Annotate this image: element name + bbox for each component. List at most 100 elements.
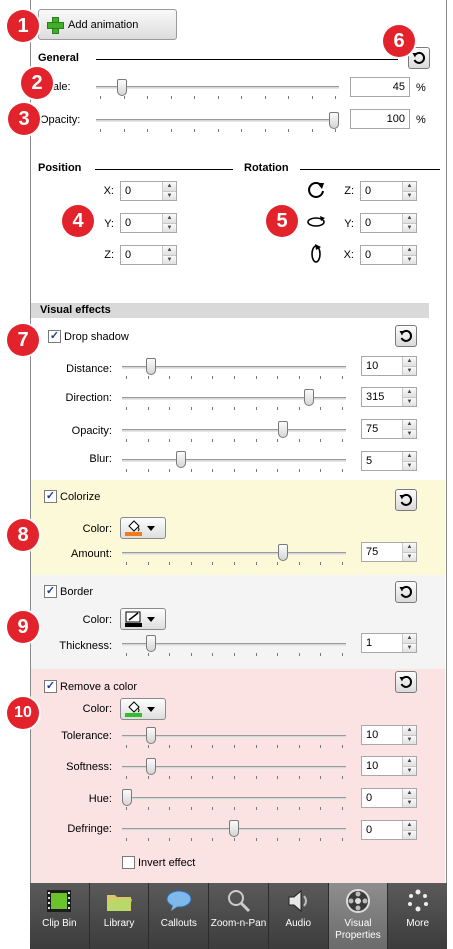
defringe-stepper[interactable]: 0 ▲ ▼ bbox=[361, 820, 417, 840]
up-arrow-icon[interactable]: ▲ bbox=[403, 726, 416, 735]
tab-audio[interactable]: Audio bbox=[269, 883, 329, 949]
up-arrow-icon[interactable]: ▲ bbox=[403, 246, 416, 255]
direction-slider-thumb[interactable] bbox=[303, 389, 314, 406]
opacity-slider-track[interactable] bbox=[96, 119, 339, 122]
distance-stepper[interactable]: 10 ▲ ▼ bbox=[361, 356, 417, 376]
chevron-down-icon bbox=[147, 525, 155, 531]
position-z-stepper[interactable]: 0 ▲ ▼ bbox=[120, 245, 177, 265]
rotation-y-label: Y: bbox=[344, 218, 354, 230]
down-arrow-icon[interactable]: ▼ bbox=[403, 365, 416, 375]
tolerance-slider-thumb[interactable] bbox=[145, 727, 156, 744]
up-arrow-icon[interactable]: ▲ bbox=[403, 789, 416, 798]
more-dots-icon bbox=[404, 887, 432, 915]
tab-visual-properties[interactable]: Visual Properties bbox=[328, 883, 389, 949]
tab-zoom-n-pan[interactable]: Zoom-n-Pan bbox=[209, 883, 269, 949]
down-arrow-icon[interactable]: ▼ bbox=[403, 190, 416, 200]
up-arrow-icon[interactable]: ▲ bbox=[403, 357, 416, 366]
opacity-slider-thumb[interactable] bbox=[329, 112, 339, 129]
softness-slider-thumb[interactable] bbox=[145, 758, 156, 775]
rotation-y-stepper[interactable]: 0 ▲ ▼ bbox=[360, 213, 417, 233]
reset-drop-shadow-button[interactable] bbox=[395, 325, 417, 347]
up-arrow-icon[interactable]: ▲ bbox=[163, 246, 176, 255]
tab-clip-bin[interactable]: Clip Bin bbox=[30, 883, 90, 949]
position-y-stepper[interactable]: 0 ▲ ▼ bbox=[120, 213, 177, 233]
down-arrow-icon[interactable]: ▼ bbox=[403, 460, 416, 470]
softness-stepper[interactable]: 10 ▲ ▼ bbox=[361, 756, 417, 776]
hue-slider-thumb[interactable] bbox=[122, 789, 132, 806]
colorize-checkbox[interactable]: ✓ Colorize bbox=[44, 490, 100, 503]
border-color-picker[interactable] bbox=[120, 608, 166, 630]
down-arrow-icon[interactable]: ▼ bbox=[403, 642, 416, 652]
add-animation-button[interactable]: Add animation bbox=[38, 9, 177, 40]
scale-slider-track[interactable] bbox=[96, 86, 339, 89]
blur-slider-track[interactable] bbox=[122, 459, 346, 462]
rotation-z-stepper[interactable]: 0 ▲ ▼ bbox=[360, 181, 417, 201]
border-checkbox[interactable]: ✓ Border bbox=[44, 585, 93, 598]
reset-border-button[interactable] bbox=[395, 581, 417, 603]
up-arrow-icon[interactable]: ▲ bbox=[403, 452, 416, 461]
rotation-x-stepper[interactable]: 0 ▲ ▼ bbox=[360, 245, 417, 265]
down-arrow-icon[interactable]: ▼ bbox=[403, 829, 416, 839]
slider-tick bbox=[255, 807, 257, 810]
scale-field[interactable]: 45 bbox=[350, 77, 410, 97]
up-arrow-icon[interactable]: ▲ bbox=[403, 214, 416, 223]
blur-slider-thumb[interactable] bbox=[175, 451, 186, 468]
up-arrow-icon[interactable]: ▲ bbox=[403, 388, 416, 397]
down-arrow-icon[interactable]: ▼ bbox=[163, 222, 176, 232]
remove-color-picker[interactable] bbox=[120, 698, 166, 720]
up-arrow-icon[interactable]: ▲ bbox=[403, 420, 416, 429]
tab-library[interactable]: Library bbox=[90, 883, 150, 949]
down-arrow-icon[interactable]: ▼ bbox=[403, 551, 416, 561]
tab-more[interactable]: More bbox=[388, 883, 447, 949]
shadow-opacity-slider-track[interactable] bbox=[122, 429, 346, 432]
down-arrow-icon[interactable]: ▼ bbox=[163, 254, 176, 264]
down-arrow-icon[interactable]: ▼ bbox=[403, 254, 416, 264]
shadow-opacity-slider-thumb[interactable] bbox=[278, 421, 289, 438]
slider-tick bbox=[288, 129, 289, 132]
down-arrow-icon[interactable]: ▼ bbox=[403, 765, 416, 775]
opacity-label: Opacity: bbox=[40, 114, 81, 126]
scale-slider-thumb[interactable] bbox=[116, 79, 127, 96]
slider-tick bbox=[277, 376, 279, 379]
down-arrow-icon[interactable]: ▼ bbox=[403, 734, 416, 744]
hue-stepper[interactable]: 0 ▲ ▼ bbox=[361, 788, 417, 808]
amount-slider-track[interactable] bbox=[122, 552, 346, 555]
up-arrow-icon[interactable]: ▲ bbox=[403, 757, 416, 766]
tolerance-stepper[interactable]: 10 ▲ ▼ bbox=[361, 725, 417, 745]
remove-color-checkbox[interactable]: ✓ Remove a color bbox=[44, 680, 137, 693]
up-arrow-icon[interactable]: ▲ bbox=[403, 634, 416, 643]
up-arrow-icon[interactable]: ▲ bbox=[163, 214, 176, 223]
thickness-stepper[interactable]: 1 ▲ ▼ bbox=[361, 633, 417, 653]
drop-shadow-checkbox[interactable]: ✓ Drop shadow bbox=[48, 330, 129, 343]
distance-slider-track[interactable] bbox=[122, 366, 346, 369]
tab-callouts[interactable]: Callouts bbox=[149, 883, 210, 949]
down-arrow-icon[interactable]: ▼ bbox=[403, 396, 416, 406]
softness-slider-track[interactable] bbox=[122, 766, 346, 769]
tolerance-slider-track[interactable] bbox=[122, 735, 346, 738]
down-arrow-icon[interactable]: ▼ bbox=[163, 190, 176, 200]
blur-stepper[interactable]: 5 ▲ ▼ bbox=[361, 451, 417, 471]
down-arrow-icon[interactable]: ▼ bbox=[403, 222, 416, 232]
opacity-field[interactable]: 100 bbox=[350, 109, 410, 129]
colorize-color-picker[interactable] bbox=[120, 517, 166, 539]
up-arrow-icon[interactable]: ▲ bbox=[163, 182, 176, 191]
invert-effect-checkbox[interactable]: Invert effect bbox=[122, 856, 195, 869]
down-arrow-icon[interactable]: ▼ bbox=[403, 797, 416, 807]
reset-colorize-button[interactable] bbox=[395, 489, 417, 511]
pen-icon bbox=[125, 611, 142, 627]
reset-remove-color-button[interactable] bbox=[395, 671, 417, 693]
shadow-opacity-stepper[interactable]: 75 ▲ ▼ bbox=[361, 419, 417, 439]
down-arrow-icon[interactable]: ▼ bbox=[403, 428, 416, 438]
up-arrow-icon[interactable]: ▲ bbox=[403, 821, 416, 830]
amount-stepper[interactable]: 75 ▲ ▼ bbox=[361, 542, 417, 562]
up-arrow-icon[interactable]: ▲ bbox=[403, 543, 416, 552]
distance-slider-thumb[interactable] bbox=[145, 358, 156, 375]
up-arrow-icon[interactable]: ▲ bbox=[403, 182, 416, 191]
position-x-stepper[interactable]: 0 ▲ ▼ bbox=[120, 181, 177, 201]
amount-slider-thumb[interactable] bbox=[278, 544, 289, 561]
defringe-slider-thumb[interactable] bbox=[229, 820, 239, 837]
thickness-slider-track[interactable] bbox=[122, 643, 346, 646]
thickness-slider-thumb[interactable] bbox=[145, 635, 156, 652]
direction-stepper[interactable]: 315 ▲ ▼ bbox=[361, 387, 417, 407]
hue-slider-track[interactable] bbox=[122, 797, 346, 800]
